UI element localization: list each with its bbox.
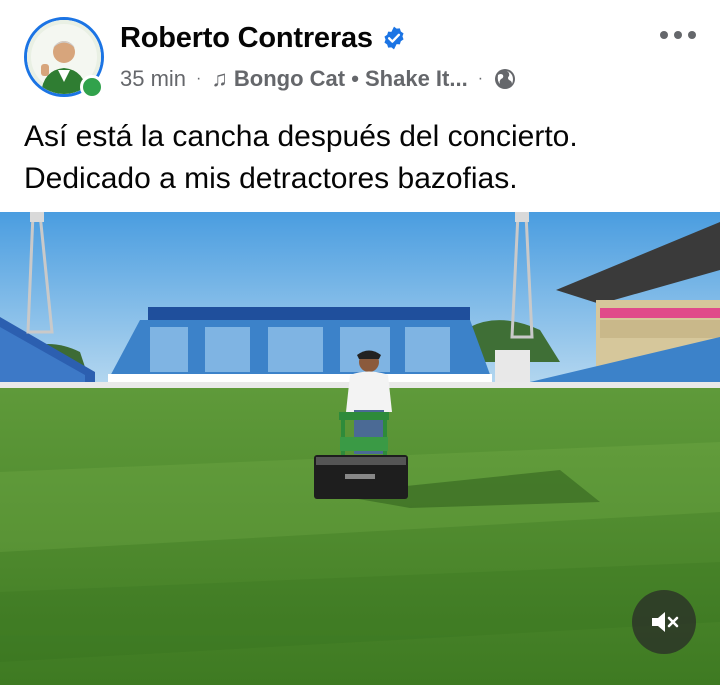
more-dot	[674, 31, 682, 39]
online-status-dot	[80, 75, 104, 99]
post-header: Roberto Contreras 35 min · ♫ Bongo Cat •…	[0, 0, 720, 110]
meta-separator: ·	[196, 70, 202, 87]
meta-separator-2: ·	[477, 70, 484, 87]
volume-muted-icon	[652, 612, 679, 632]
post-caption: Así está la cancha después del concierto…	[24, 116, 704, 200]
post-video[interactable]	[0, 212, 720, 685]
verified-badge-icon	[381, 25, 407, 51]
more-dot	[688, 31, 696, 39]
mute-toggle-button[interactable]	[632, 590, 696, 654]
author-avatar[interactable]	[24, 17, 104, 99]
more-dot	[660, 31, 668, 39]
caption-line: Dedicado a mis detractores bazofias.	[24, 162, 518, 195]
post-meta: 35 min · ♫ Bongo Cat • Shake It... ·	[120, 62, 517, 96]
music-label: Bongo Cat • Shake It...	[233, 66, 468, 91]
caption-line: Así está la cancha después del concierto…	[24, 120, 578, 153]
music-note-icon: ♫	[211, 66, 228, 91]
music-attribution[interactable]: ♫ Bongo Cat • Shake It...	[211, 66, 467, 92]
stadium-photo	[0, 212, 720, 685]
post-time[interactable]: 35 min	[120, 66, 186, 92]
more-options-button[interactable]	[656, 20, 700, 50]
author-name[interactable]: Roberto Contreras	[120, 22, 373, 55]
globe-icon[interactable]	[493, 67, 517, 91]
